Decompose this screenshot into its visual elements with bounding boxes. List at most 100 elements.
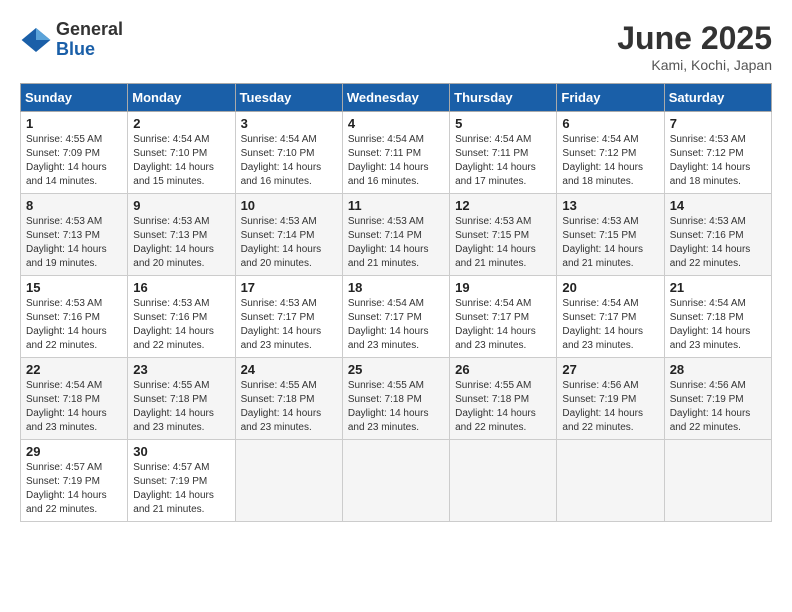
- logo-blue: Blue: [56, 40, 123, 60]
- table-row: 17 Sunrise: 4:53 AMSunset: 7:17 PMDaylig…: [235, 276, 342, 358]
- title-area: June 2025 Kami, Kochi, Japan: [617, 20, 772, 73]
- day-info: Sunrise: 4:55 AMSunset: 7:18 PMDaylight:…: [133, 380, 214, 433]
- day-number: 23: [133, 362, 229, 377]
- day-info: Sunrise: 4:53 AMSunset: 7:15 PMDaylight:…: [562, 216, 643, 269]
- table-row: 8 Sunrise: 4:53 AMSunset: 7:13 PMDayligh…: [21, 194, 128, 276]
- day-number: 3: [241, 116, 337, 131]
- day-info: Sunrise: 4:53 AMSunset: 7:15 PMDaylight:…: [455, 216, 536, 269]
- day-info: Sunrise: 4:53 AMSunset: 7:12 PMDaylight:…: [670, 134, 751, 187]
- table-row: 29 Sunrise: 4:57 AMSunset: 7:19 PMDaylig…: [21, 440, 128, 522]
- col-saturday: Saturday: [664, 84, 771, 112]
- calendar-week-row: 29 Sunrise: 4:57 AMSunset: 7:19 PMDaylig…: [21, 440, 772, 522]
- day-number: 11: [348, 198, 444, 213]
- logo-general: General: [56, 20, 123, 40]
- day-info: Sunrise: 4:53 AMSunset: 7:16 PMDaylight:…: [133, 298, 214, 351]
- day-number: 4: [348, 116, 444, 131]
- day-number: 7: [670, 116, 766, 131]
- table-row: 4 Sunrise: 4:54 AMSunset: 7:11 PMDayligh…: [342, 112, 449, 194]
- day-info: Sunrise: 4:56 AMSunset: 7:19 PMDaylight:…: [670, 380, 751, 433]
- calendar-week-row: 1 Sunrise: 4:55 AMSunset: 7:09 PMDayligh…: [21, 112, 772, 194]
- table-row: 6 Sunrise: 4:54 AMSunset: 7:12 PMDayligh…: [557, 112, 664, 194]
- day-number: 30: [133, 444, 229, 459]
- table-row: 30 Sunrise: 4:57 AMSunset: 7:19 PMDaylig…: [128, 440, 235, 522]
- table-row: 22 Sunrise: 4:54 AMSunset: 7:18 PMDaylig…: [21, 358, 128, 440]
- day-info: Sunrise: 4:53 AMSunset: 7:16 PMDaylight:…: [670, 216, 751, 269]
- day-number: 22: [26, 362, 122, 377]
- day-number: 10: [241, 198, 337, 213]
- day-info: Sunrise: 4:53 AMSunset: 7:17 PMDaylight:…: [241, 298, 322, 351]
- table-row: 13 Sunrise: 4:53 AMSunset: 7:15 PMDaylig…: [557, 194, 664, 276]
- day-info: Sunrise: 4:54 AMSunset: 7:12 PMDaylight:…: [562, 134, 643, 187]
- logo-text: General Blue: [56, 20, 123, 60]
- day-info: Sunrise: 4:54 AMSunset: 7:18 PMDaylight:…: [670, 298, 751, 351]
- day-info: Sunrise: 4:56 AMSunset: 7:19 PMDaylight:…: [562, 380, 643, 433]
- day-number: 6: [562, 116, 658, 131]
- table-row: 25 Sunrise: 4:55 AMSunset: 7:18 PMDaylig…: [342, 358, 449, 440]
- calendar-week-row: 8 Sunrise: 4:53 AMSunset: 7:13 PMDayligh…: [21, 194, 772, 276]
- day-number: 8: [26, 198, 122, 213]
- table-row: 11 Sunrise: 4:53 AMSunset: 7:14 PMDaylig…: [342, 194, 449, 276]
- day-info: Sunrise: 4:54 AMSunset: 7:10 PMDaylight:…: [133, 134, 214, 187]
- day-info: Sunrise: 4:54 AMSunset: 7:17 PMDaylight:…: [455, 298, 536, 351]
- logo-icon: [20, 24, 52, 56]
- col-monday: Monday: [128, 84, 235, 112]
- table-row: [557, 440, 664, 522]
- day-number: 16: [133, 280, 229, 295]
- day-info: Sunrise: 4:53 AMSunset: 7:13 PMDaylight:…: [133, 216, 214, 269]
- day-info: Sunrise: 4:54 AMSunset: 7:11 PMDaylight:…: [455, 134, 536, 187]
- day-number: 15: [26, 280, 122, 295]
- table-row: 15 Sunrise: 4:53 AMSunset: 7:16 PMDaylig…: [21, 276, 128, 358]
- day-info: Sunrise: 4:55 AMSunset: 7:18 PMDaylight:…: [455, 380, 536, 433]
- day-number: 24: [241, 362, 337, 377]
- table-row: [235, 440, 342, 522]
- table-row: 18 Sunrise: 4:54 AMSunset: 7:17 PMDaylig…: [342, 276, 449, 358]
- day-number: 25: [348, 362, 444, 377]
- table-row: 5 Sunrise: 4:54 AMSunset: 7:11 PMDayligh…: [450, 112, 557, 194]
- day-info: Sunrise: 4:57 AMSunset: 7:19 PMDaylight:…: [26, 462, 107, 515]
- table-row: 3 Sunrise: 4:54 AMSunset: 7:10 PMDayligh…: [235, 112, 342, 194]
- table-row: 24 Sunrise: 4:55 AMSunset: 7:18 PMDaylig…: [235, 358, 342, 440]
- table-row: 9 Sunrise: 4:53 AMSunset: 7:13 PMDayligh…: [128, 194, 235, 276]
- day-info: Sunrise: 4:53 AMSunset: 7:14 PMDaylight:…: [348, 216, 429, 269]
- day-info: Sunrise: 4:54 AMSunset: 7:18 PMDaylight:…: [26, 380, 107, 433]
- table-row: 12 Sunrise: 4:53 AMSunset: 7:15 PMDaylig…: [450, 194, 557, 276]
- day-info: Sunrise: 4:53 AMSunset: 7:14 PMDaylight:…: [241, 216, 322, 269]
- table-row: 14 Sunrise: 4:53 AMSunset: 7:16 PMDaylig…: [664, 194, 771, 276]
- day-info: Sunrise: 4:53 AMSunset: 7:16 PMDaylight:…: [26, 298, 107, 351]
- table-row: [342, 440, 449, 522]
- location: Kami, Kochi, Japan: [617, 57, 772, 73]
- calendar-week-row: 15 Sunrise: 4:53 AMSunset: 7:16 PMDaylig…: [21, 276, 772, 358]
- table-row: 10 Sunrise: 4:53 AMSunset: 7:14 PMDaylig…: [235, 194, 342, 276]
- day-number: 21: [670, 280, 766, 295]
- month-title: June 2025: [617, 20, 772, 57]
- day-info: Sunrise: 4:54 AMSunset: 7:11 PMDaylight:…: [348, 134, 429, 187]
- day-number: 17: [241, 280, 337, 295]
- table-row: 16 Sunrise: 4:53 AMSunset: 7:16 PMDaylig…: [128, 276, 235, 358]
- day-number: 26: [455, 362, 551, 377]
- day-number: 19: [455, 280, 551, 295]
- table-row: 1 Sunrise: 4:55 AMSunset: 7:09 PMDayligh…: [21, 112, 128, 194]
- table-row: [450, 440, 557, 522]
- day-number: 9: [133, 198, 229, 213]
- col-friday: Friday: [557, 84, 664, 112]
- table-row: 23 Sunrise: 4:55 AMSunset: 7:18 PMDaylig…: [128, 358, 235, 440]
- table-row: 27 Sunrise: 4:56 AMSunset: 7:19 PMDaylig…: [557, 358, 664, 440]
- day-number: 28: [670, 362, 766, 377]
- table-row: 28 Sunrise: 4:56 AMSunset: 7:19 PMDaylig…: [664, 358, 771, 440]
- col-wednesday: Wednesday: [342, 84, 449, 112]
- day-info: Sunrise: 4:54 AMSunset: 7:10 PMDaylight:…: [241, 134, 322, 187]
- day-info: Sunrise: 4:55 AMSunset: 7:18 PMDaylight:…: [241, 380, 322, 433]
- day-number: 29: [26, 444, 122, 459]
- col-thursday: Thursday: [450, 84, 557, 112]
- day-info: Sunrise: 4:54 AMSunset: 7:17 PMDaylight:…: [562, 298, 643, 351]
- day-info: Sunrise: 4:57 AMSunset: 7:19 PMDaylight:…: [133, 462, 214, 515]
- table-row: 7 Sunrise: 4:53 AMSunset: 7:12 PMDayligh…: [664, 112, 771, 194]
- day-number: 5: [455, 116, 551, 131]
- table-row: 20 Sunrise: 4:54 AMSunset: 7:17 PMDaylig…: [557, 276, 664, 358]
- table-row: 2 Sunrise: 4:54 AMSunset: 7:10 PMDayligh…: [128, 112, 235, 194]
- calendar-week-row: 22 Sunrise: 4:54 AMSunset: 7:18 PMDaylig…: [21, 358, 772, 440]
- day-number: 2: [133, 116, 229, 131]
- day-info: Sunrise: 4:55 AMSunset: 7:18 PMDaylight:…: [348, 380, 429, 433]
- day-number: 18: [348, 280, 444, 295]
- day-number: 14: [670, 198, 766, 213]
